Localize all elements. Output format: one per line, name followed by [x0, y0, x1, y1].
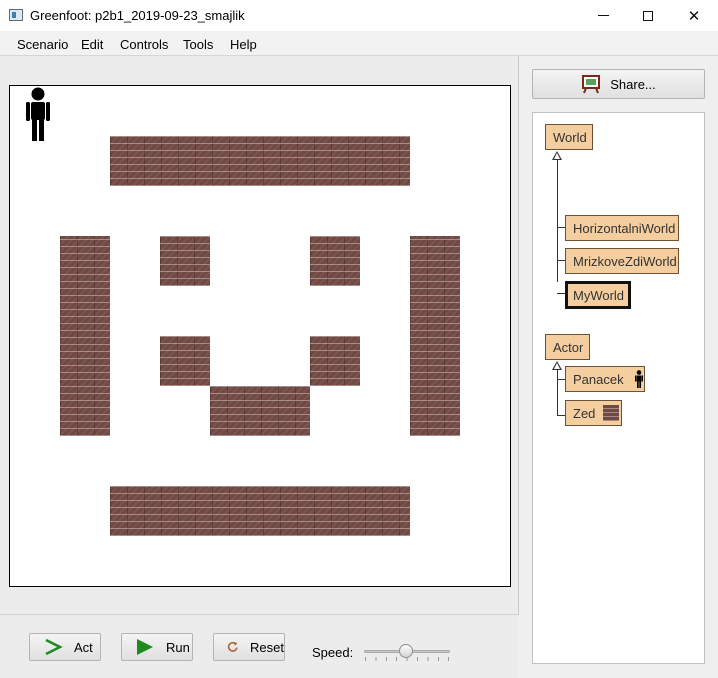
- person-icon[interactable]: [24, 87, 52, 141]
- close-icon: ✕: [687, 7, 701, 25]
- brick-wall-top[interactable]: [110, 136, 410, 186]
- connector: [557, 227, 565, 228]
- menu-bar: Scenario Edit Controls Tools Help: [0, 31, 718, 56]
- reset-label: Reset: [250, 639, 284, 655]
- class-panacek-label: Panacek: [573, 371, 624, 387]
- class-zed-label: Zed: [573, 405, 596, 421]
- run-button[interactable]: Run: [121, 633, 193, 661]
- class-pane: Share... World HorizontalniWorld Mrizkov…: [520, 56, 718, 678]
- maximize-button[interactable]: [625, 0, 671, 31]
- brick-wall-mouth-right[interactable]: [310, 336, 360, 386]
- control-bar: Act Run Reset Speed:: [0, 614, 519, 678]
- connector: [557, 379, 565, 380]
- class-horizontalniworld[interactable]: HorizontalniWorld: [565, 215, 679, 241]
- menu-controls[interactable]: Controls: [120, 37, 168, 52]
- brick-wall-mouth-bottom[interactable]: [210, 386, 310, 436]
- brick-wall-right-eye[interactable]: [310, 236, 360, 286]
- speed-slider-thumb[interactable]: [399, 644, 413, 658]
- brick-wall-left-eye[interactable]: [160, 236, 210, 286]
- class-diagram: World HorizontalniWorld MrizkoveZdiWorld…: [532, 112, 705, 664]
- act-label: Act: [74, 639, 93, 655]
- maximize-icon: [643, 10, 653, 21]
- run-play-icon: [137, 639, 153, 655]
- brick-wall-icon: [603, 405, 620, 421]
- close-button[interactable]: ✕: [671, 0, 717, 31]
- menu-edit[interactable]: Edit: [81, 37, 103, 52]
- class-world[interactable]: World: [545, 124, 593, 150]
- brick-wall-bottom[interactable]: [110, 486, 410, 536]
- connector: [557, 293, 565, 294]
- inheritance-line-actor: [557, 369, 558, 416]
- share-label: Share...: [610, 76, 656, 92]
- share-button[interactable]: Share...: [532, 69, 705, 99]
- brick-wall-left[interactable]: [60, 236, 110, 436]
- menu-tools[interactable]: Tools: [183, 37, 213, 52]
- inheritance-line-world: [557, 159, 558, 282]
- class-actor[interactable]: Actor: [545, 334, 590, 360]
- run-label: Run: [166, 639, 190, 655]
- minimize-icon: [597, 15, 609, 16]
- world-pane: Act Run Reset Speed:: [0, 56, 519, 678]
- menu-scenario[interactable]: Scenario: [17, 37, 68, 52]
- window-title: Greenfoot: p2b1_2019-09-23_smajlik: [30, 8, 245, 23]
- brick-wall-mouth-left[interactable]: [160, 336, 210, 386]
- connector: [557, 260, 565, 261]
- act-arrow-icon: [45, 638, 63, 656]
- reset-icon: [227, 641, 238, 652]
- class-myworld[interactable]: MyWorld: [565, 281, 631, 309]
- class-mrizkovezdiworld[interactable]: MrizkoveZdiWorld: [565, 248, 679, 274]
- minimize-button[interactable]: [580, 0, 626, 31]
- brick-wall-right[interactable]: [410, 236, 460, 436]
- world-canvas[interactable]: [9, 85, 511, 587]
- menu-help[interactable]: Help: [230, 37, 257, 52]
- person-icon: [634, 370, 643, 388]
- greenfoot-app-icon: [9, 9, 23, 21]
- class-zed[interactable]: Zed: [565, 400, 622, 426]
- class-panacek[interactable]: Panacek: [565, 366, 645, 392]
- title-bar: Greenfoot: p2b1_2019-09-23_smajlik ✕: [0, 0, 718, 31]
- connector: [557, 415, 565, 416]
- act-button[interactable]: Act: [29, 633, 101, 661]
- reset-button[interactable]: Reset: [213, 633, 285, 661]
- speed-label: Speed:: [312, 645, 354, 660]
- easel-icon: [582, 75, 601, 94]
